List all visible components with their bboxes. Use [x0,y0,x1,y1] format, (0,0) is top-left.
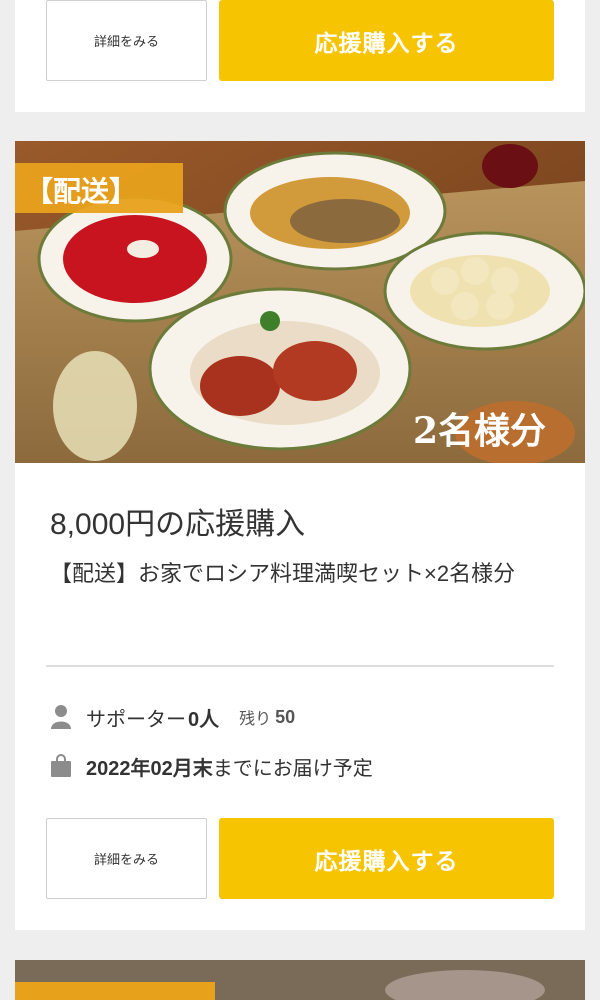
reward-card-previous: 詳細をみる 応援購入する [15,0,585,112]
product-photo: 【配送】 2名様分 [15,141,585,463]
support-purchase-button[interactable]: 応援購入する [219,818,554,899]
delivery-date: 2022年02月末 [86,757,213,780]
delivery-suffix: までにお届け予定 [212,757,373,780]
remaining-label: 残り [239,711,272,728]
reward-card: 【配送】 2名様分 8,000円の応援購入 【配送】お家でロシア料理満喫セット×… [15,141,585,930]
supporters-label: サポーター [86,708,186,731]
supporters-count: 0人 [188,708,220,731]
price-title: 8,000円の応援購入 [50,508,306,541]
button-row: 詳細をみる 応援購入する [46,0,554,81]
button-row: 詳細をみる 応援購入する [46,818,554,899]
detail-button[interactable]: 詳細をみる [46,818,207,899]
delivery-badge: 【配送】 [25,175,137,208]
divider [46,665,554,667]
supporters-row: サポーター 0人 残り 50 [50,703,295,731]
reward-card-next [15,960,585,1000]
remaining-count: 50 [275,706,296,727]
delivery-row: 2022年02月末 までにお届け予定 [50,752,373,780]
person-icon [50,705,72,729]
next-product-photo [15,960,585,1000]
detail-button[interactable]: 詳細をみる [46,0,207,81]
servings-overlay: 2名様分 [413,410,546,452]
support-purchase-button[interactable]: 応援購入する [219,0,554,81]
product-name: 【配送】お家でロシア料理満喫セット×2名様分 [50,561,516,586]
shopping-bag-icon [50,754,72,778]
